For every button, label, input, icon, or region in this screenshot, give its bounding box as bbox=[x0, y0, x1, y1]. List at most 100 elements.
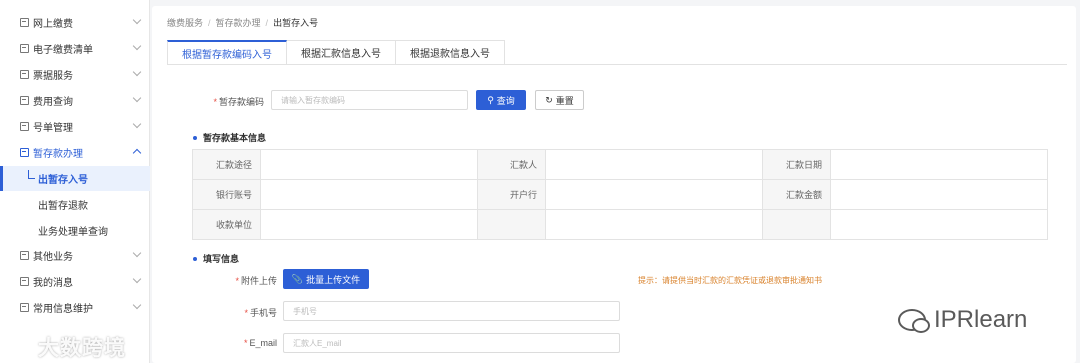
breadcrumb-item[interactable]: 暂存款办理 bbox=[216, 18, 261, 28]
basic-info-table: 汇款途径 汇款人 汇款日期 银行账号 开户行 汇款金额 收款单位 bbox=[192, 149, 1048, 240]
sidebar-subitem-label: 业务处理单查询 bbox=[38, 227, 108, 238]
tab-by-deposit-code[interactable]: 根据暂存款编码入号 bbox=[167, 40, 287, 65]
required-mark: * bbox=[244, 308, 248, 318]
query-button[interactable]: ⚲ 查询 bbox=[476, 90, 526, 110]
field-value bbox=[830, 209, 1048, 240]
sidebar-item-label: 号单管理 bbox=[33, 123, 73, 134]
phone-input[interactable]: 手机号 bbox=[283, 301, 620, 321]
reset-button[interactable]: ↻ 重置 bbox=[535, 90, 584, 110]
sidebar-item-label: 网上缴费 bbox=[33, 19, 73, 30]
sidebar-item-label: 票据服务 bbox=[33, 71, 73, 82]
field-label: 汇款人 bbox=[477, 149, 546, 180]
bullet-icon bbox=[193, 135, 197, 140]
menu-icon bbox=[20, 44, 29, 53]
menu-icon bbox=[20, 303, 29, 312]
field-value bbox=[260, 209, 478, 240]
chevron-down-icon bbox=[132, 274, 142, 284]
sidebar-subitem-business-order-query[interactable]: 业务处理单查询 bbox=[0, 218, 150, 243]
breadcrumb-separator: / bbox=[265, 18, 269, 28]
field-value bbox=[545, 209, 763, 240]
field-value bbox=[545, 149, 763, 180]
tab-bar: 根据暂存款编码入号 根据汇款信息入号 根据退款信息入号 bbox=[167, 40, 505, 65]
field-value bbox=[260, 149, 478, 180]
sidebar-item-receipt-service[interactable]: 票据服务 bbox=[0, 62, 150, 87]
sidebar-item-my-messages[interactable]: 我的消息 bbox=[0, 269, 150, 294]
sidebar-item-label: 暂存款办理 bbox=[33, 149, 83, 160]
sidebar-item-deposit-handling[interactable]: 暂存款办理 bbox=[0, 140, 150, 165]
sidebar-subitem-deposit-entry[interactable]: 出暂存入号 bbox=[0, 166, 150, 191]
wechat-icon bbox=[10, 338, 36, 358]
chevron-down-icon bbox=[132, 119, 142, 129]
required-mark: * bbox=[213, 97, 217, 107]
refresh-icon: ↻ bbox=[545, 94, 553, 105]
field-value bbox=[545, 179, 763, 210]
field-label: 收款单位 bbox=[192, 209, 261, 240]
field-label: 开户行 bbox=[477, 179, 546, 210]
table-row: 收款单位 bbox=[192, 209, 1048, 240]
tab-divider bbox=[167, 64, 1067, 65]
breadcrumb-separator: / bbox=[208, 18, 211, 28]
field-label: 汇款金额 bbox=[762, 179, 831, 210]
bullet-icon bbox=[193, 256, 197, 261]
sidebar-item-online-payment[interactable]: 网上缴费 bbox=[0, 10, 150, 35]
batch-upload-button[interactable]: 📎 批量上传文件 bbox=[283, 269, 369, 289]
sidebar-item-label: 其他业务 bbox=[33, 252, 73, 263]
sidebar-item-label: 电子缴费清单 bbox=[33, 45, 93, 56]
email-label: * E_mail bbox=[243, 338, 277, 348]
required-mark: * bbox=[243, 338, 248, 348]
field-value bbox=[830, 149, 1048, 180]
sidebar-item-label: 常用信息维护 bbox=[33, 304, 93, 315]
watermark-right: IPRlearn bbox=[898, 306, 1027, 334]
menu-icon bbox=[20, 96, 29, 105]
menu-icon bbox=[20, 122, 29, 131]
section-title-fill-info: 填写信息 bbox=[193, 252, 239, 265]
sidebar-item-label: 我的消息 bbox=[33, 278, 73, 289]
tab-by-remittance-info[interactable]: 根据汇款信息入号 bbox=[287, 40, 396, 65]
tree-connector bbox=[28, 170, 35, 179]
wechat-icon bbox=[898, 309, 930, 333]
chevron-down-icon bbox=[132, 93, 142, 103]
breadcrumb: 缴费服务 / 暂存款办理 / 出暂存入号 bbox=[167, 16, 318, 29]
sidebar-item-number-management[interactable]: 号单管理 bbox=[0, 114, 150, 139]
sidebar-item-common-info[interactable]: 常用信息维护 bbox=[0, 295, 150, 320]
field-value bbox=[830, 179, 1048, 210]
phone-label: * 手机号 bbox=[244, 308, 277, 318]
deposit-code-input[interactable]: 请输入暂存款编码 bbox=[271, 90, 468, 110]
field-value bbox=[260, 179, 478, 210]
sidebar: 网上缴费 电子缴费清单 票据服务 费用查询 号单管理 暂存款办理 出暂存入号 出… bbox=[0, 0, 150, 363]
deposit-code-label: * 暂存款编码 bbox=[213, 97, 264, 107]
field-label bbox=[762, 209, 831, 240]
sidebar-subitem-label: 出暂存退款 bbox=[38, 201, 88, 212]
sidebar-item-other-business[interactable]: 其他业务 bbox=[0, 243, 150, 268]
chevron-down-icon bbox=[132, 67, 142, 77]
sidebar-item-label: 费用查询 bbox=[33, 97, 73, 108]
breadcrumb-current: 出暂存入号 bbox=[273, 18, 319, 28]
table-row: 汇款途径 汇款人 汇款日期 bbox=[192, 149, 1048, 180]
email-input[interactable]: 汇款人E_mail bbox=[283, 333, 620, 353]
chevron-down-icon bbox=[132, 300, 142, 310]
menu-icon bbox=[20, 70, 29, 79]
field-label: 汇款日期 bbox=[762, 149, 831, 180]
sidebar-item-fee-query[interactable]: 费用查询 bbox=[0, 88, 150, 113]
menu-icon bbox=[20, 18, 29, 27]
watermark-left: 大数跨境 bbox=[10, 332, 126, 362]
sidebar-item-e-payment-list[interactable]: 电子缴费清单 bbox=[0, 36, 150, 61]
tab-by-refund-info[interactable]: 根据退款信息入号 bbox=[396, 40, 505, 65]
attachment-label: * 附件上传 bbox=[235, 276, 277, 286]
menu-icon bbox=[20, 277, 29, 286]
sidebar-subitem-deposit-refund[interactable]: 出暂存退款 bbox=[0, 192, 150, 217]
menu-icon bbox=[20, 148, 29, 157]
required-mark: * bbox=[235, 276, 239, 286]
field-label: 汇款途径 bbox=[192, 149, 261, 180]
breadcrumb-item[interactable]: 缴费服务 bbox=[167, 18, 203, 28]
field-label: 银行账号 bbox=[192, 179, 261, 210]
chevron-down-icon bbox=[132, 41, 142, 51]
sidebar-subitem-label: 出暂存入号 bbox=[38, 175, 88, 186]
upload-hint: 提示：请提供当时汇款的汇款凭证或退款审批通知书 bbox=[638, 276, 822, 285]
search-icon: ⚲ bbox=[487, 94, 494, 105]
paperclip-icon: 📎 bbox=[291, 273, 304, 284]
chevron-down-icon bbox=[132, 15, 142, 25]
section-title-basic-info: 暂存款基本信息 bbox=[193, 131, 266, 144]
table-row: 银行账号 开户行 汇款金额 bbox=[192, 179, 1048, 210]
menu-icon bbox=[20, 251, 29, 260]
